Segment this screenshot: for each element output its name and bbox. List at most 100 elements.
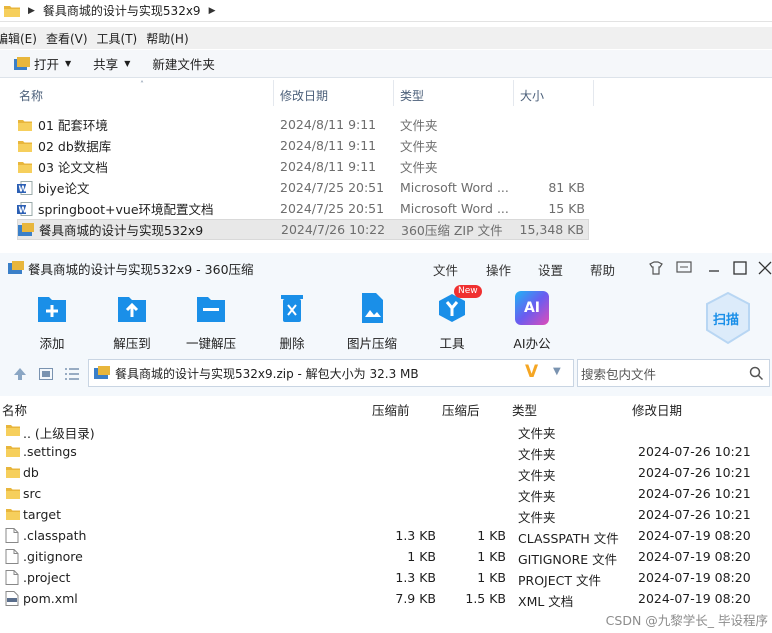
archive-row[interactable]: .settings 文件夹 2024-07-26 10:21 — [0, 441, 772, 462]
share-button[interactable]: 共享 ▼ — [85, 50, 138, 78]
archive-row[interactable]: db 文件夹 2024-07-26 10:21 — [0, 462, 772, 483]
search-input[interactable]: 搜索包内文件 — [577, 359, 770, 387]
dropdown-arrow-icon[interactable]: ▼ — [553, 366, 561, 377]
col-modified[interactable]: 修改日期 — [632, 400, 682, 419]
archive-row[interactable]: target 文件夹 2024-07-26 10:21 — [0, 504, 772, 525]
file-date: 2024/8/11 9:11 — [280, 159, 377, 174]
file-name: 02 db数据库 — [38, 139, 112, 154]
archive-row[interactable]: .. (上级目录) 文件夹 — [0, 420, 772, 441]
menu-help[interactable]: 帮助 — [590, 260, 615, 279]
archive-file-list: 名称 压缩前 压缩后 类型 修改日期 .. (上级目录) 文件夹 .settings… — [0, 396, 772, 633]
open-button[interactable]: 打开 ▼ — [0, 50, 79, 78]
breadcrumb[interactable]: 餐具商城的设计与实现532x9 — [43, 2, 201, 19]
menu-operation[interactable]: 操作 — [486, 260, 511, 279]
file-type: 文件夹 — [400, 160, 438, 175]
archive-file-type: CLASSPATH 文件 — [518, 531, 619, 546]
dropdown-arrow-icon: ▼ — [124, 59, 131, 68]
file-date: 2024/7/25 20:51 — [280, 180, 385, 195]
file-type: Microsoft Word ... — [400, 180, 509, 195]
archive-file-date: 2024-07-26 10:21 — [638, 444, 751, 459]
address-bar[interactable]: ▶ 餐具商城的设计与实现532x9 ▶ — [0, 0, 772, 22]
archive-file-name: db — [23, 465, 39, 480]
image-compress-icon — [362, 293, 383, 323]
minimize-icon[interactable] — [706, 261, 722, 275]
file-size: 15 KB — [548, 201, 585, 216]
path-text: 餐具商城的设计与实现532x9.zip - 解包大小为 32.3 MB — [115, 366, 419, 381]
menu-help[interactable]: 帮助(H) — [146, 30, 197, 47]
menu-bar: 编辑(E) 查看(V) 工具(T) 帮助(H) — [0, 27, 772, 49]
delete-button[interactable]: 删除 — [257, 291, 327, 352]
col-type[interactable]: 类型 — [512, 400, 537, 419]
file-icon — [5, 549, 19, 564]
file-row[interactable]: 03 论文文档 2024/8/11 9:11 文件夹 — [17, 156, 589, 177]
archive-row[interactable]: .gitignore 1 KB 1 KB GITIGNORE 文件 2024-07-19… — [0, 546, 772, 567]
one-click-extract-button[interactable]: 一键解压 — [176, 291, 246, 352]
col-size[interactable]: 大小 — [520, 87, 544, 104]
file-date: 2024/7/25 20:51 — [280, 201, 385, 216]
archive-row[interactable]: .project 1.3 KB 1 KB PROJECT 文件 2024-07-19 0… — [0, 567, 772, 588]
file-row[interactable]: 餐具商城的设计与实现532x9 2024/7/26 10:22 360压缩 ZIP … — [17, 219, 589, 240]
tools-button[interactable]: 工具 — [417, 291, 487, 352]
column-header: 名称 ˄ 修改日期 类型 大小 — [0, 80, 772, 106]
image-compress-label: 图片压缩 — [346, 336, 397, 351]
menu-settings[interactable]: 设置 — [538, 260, 563, 279]
archive-file-date: 2024-07-19 08:20 — [638, 528, 751, 543]
archive-file-name: .settings — [23, 444, 77, 459]
feedback-icon[interactable] — [676, 261, 692, 275]
ai-icon: AI — [515, 291, 549, 325]
col-modified[interactable]: 修改日期 — [280, 87, 328, 104]
ai-office-button[interactable]: AI AI办公 — [497, 291, 567, 352]
file-row[interactable]: 01 配套环境 2024/8/11 9:11 文件夹 — [17, 114, 589, 135]
new-folder-button[interactable]: 新建文件夹 — [144, 50, 223, 78]
list-view-icon[interactable] — [65, 368, 79, 380]
up-arrow-icon[interactable] — [13, 367, 27, 381]
folder-icon — [5, 486, 20, 501]
search-icon[interactable] — [749, 366, 764, 381]
file-name: 餐具商城的设计与实现532x9 — [39, 223, 204, 238]
archive-file-type: 文件夹 — [518, 468, 556, 483]
col-name[interactable]: 名称 — [19, 87, 43, 104]
menu-tools[interactable]: 工具(T) — [97, 30, 147, 47]
dropdown-arrow-icon: ▼ — [65, 59, 72, 68]
archive-size-before: 7.9 KB — [395, 591, 436, 606]
col-after[interactable]: 压缩后 — [442, 400, 480, 419]
file-row[interactable]: Wbiye论文 2024/7/25 20:51 Microsoft Word ...… — [17, 177, 589, 198]
zip-window: 餐具商城的设计与实现532x9 - 360压缩 文件 操作 设置 帮助 添加 解… — [0, 253, 772, 633]
archive-row[interactable]: .classpath 1.3 KB 1 KB CLASSPATH 文件 2024-07-… — [0, 525, 772, 546]
archive-file-date: 2024-07-19 08:20 — [638, 570, 751, 585]
file-size: 15,348 KB — [519, 222, 584, 237]
sort-arrow-icon: ˄ — [140, 80, 144, 89]
scan-button[interactable]: 扫描 — [704, 291, 752, 345]
image-compress-button[interactable]: 图片压缩 — [337, 291, 407, 352]
menu-edit[interactable]: 编辑(E) — [0, 30, 46, 47]
col-name[interactable]: 名称 — [2, 400, 27, 419]
extract-to-button[interactable]: 解压到 — [97, 291, 167, 352]
window-title: 餐具商城的设计与实现532x9 - 360压缩 — [28, 261, 254, 277]
archive-row[interactable]: pom.xml 7.9 KB 1.5 KB XML 文档 2024-07-19 08:2… — [0, 588, 772, 609]
archive-row[interactable]: src 文件夹 2024-07-26 10:21 — [0, 483, 772, 504]
zip-archive-icon — [18, 222, 34, 237]
add-button[interactable]: 添加 — [17, 291, 87, 352]
file-type: 360压缩 ZIP 文件 — [401, 223, 503, 238]
tools-label: 工具 — [439, 336, 465, 351]
skin-icon[interactable] — [648, 261, 664, 275]
file-name: springboot+vue环境配置文档 — [38, 202, 214, 217]
app-icon — [8, 261, 24, 274]
menu-view[interactable]: 查看(V) — [46, 30, 97, 47]
close-icon[interactable] — [757, 261, 772, 275]
file-size: 81 KB — [548, 180, 585, 195]
file-row[interactable]: Wspringboot+vue环境配置文档 2024/7/25 20:51 Micr… — [17, 198, 589, 219]
path-field[interactable]: 餐具商城的设计与实现532x9.zip - 解包大小为 32.3 MB V ▼ — [88, 359, 574, 387]
menu-file[interactable]: 文件 — [433, 260, 458, 279]
v-logo-icon[interactable]: V — [525, 362, 538, 382]
folder-icon — [4, 5, 20, 17]
one-click-extract-icon — [197, 297, 225, 322]
thumbnail-view-icon[interactable] — [39, 368, 53, 380]
col-type[interactable]: 类型 — [400, 87, 424, 104]
archive-file-name: .classpath — [23, 528, 87, 543]
chevron-right-icon[interactable]: ▶ — [28, 6, 35, 16]
chevron-right-icon[interactable]: ▶ — [209, 6, 216, 16]
col-compressed[interactable]: 压缩前 — [372, 400, 410, 419]
maximize-icon[interactable] — [732, 261, 748, 275]
file-row[interactable]: 02 db数据库 2024/8/11 9:11 文件夹 — [17, 135, 589, 156]
